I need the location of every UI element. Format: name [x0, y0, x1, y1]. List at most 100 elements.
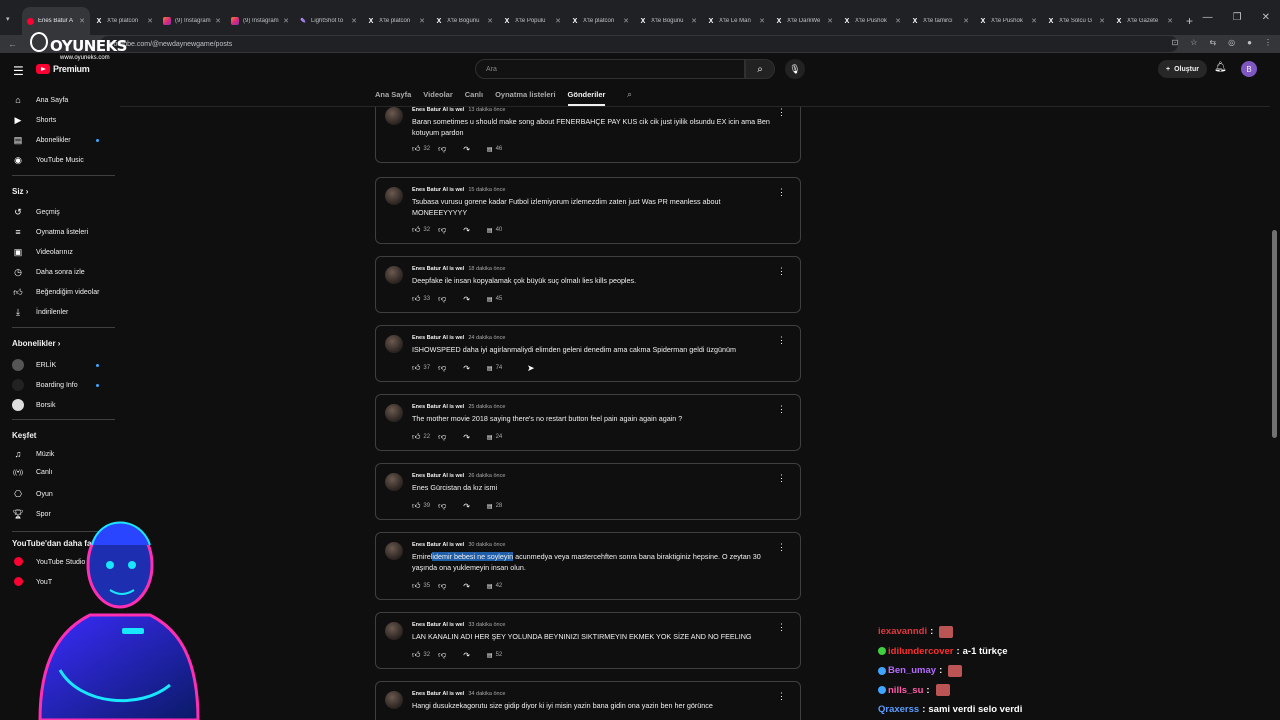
tab-0[interactable]: Ana Sayfa	[375, 90, 411, 104]
sidebar-item[interactable]: ▣ Videolarınız	[12, 247, 112, 258]
sidebar-item[interactable]: ((•)) Canlı	[12, 469, 112, 476]
more-actions-icon[interactable]: ⋮	[777, 542, 786, 553]
back-icon[interactable]: ←	[8, 39, 17, 49]
more-actions-icon[interactable]: ⋮	[777, 335, 786, 346]
menu-icon[interactable]: ⋮	[1264, 38, 1272, 47]
browser-tab[interactable]: (9) Instagram ✕	[226, 7, 294, 35]
post-time[interactable]: 18 dakika önce	[468, 266, 505, 272]
dislike-button[interactable]: 👎︎	[438, 144, 449, 154]
share-button[interactable]: ↷	[463, 145, 473, 154]
tab-close-icon[interactable]: ✕	[759, 17, 765, 25]
extensions-icon[interactable]: ◎	[1228, 38, 1235, 47]
post-author[interactable]: Enes Batur AI is wel	[412, 335, 464, 341]
channel-avatar[interactable]	[385, 335, 403, 353]
post-time[interactable]: 15 dakika önce	[468, 187, 505, 193]
browser-tab[interactable]: X X'te platcon ✕	[566, 7, 634, 35]
share-button[interactable]: ↷	[463, 651, 473, 660]
channel-avatar[interactable]	[385, 622, 403, 640]
tab-3[interactable]: Oynatma listeleri	[495, 90, 555, 104]
dislike-button[interactable]: 👎︎	[438, 650, 449, 660]
comments-button[interactable]: ▤ 40	[487, 227, 502, 234]
comments-button[interactable]: ▤ 74	[487, 365, 502, 372]
share-button[interactable]: ↷	[463, 364, 473, 373]
browser-tab[interactable]: X X'te Solcu G ✕	[1042, 7, 1110, 35]
close-window-icon[interactable]: ✕	[1262, 12, 1270, 23]
new-tab-button[interactable]: +	[1186, 14, 1193, 28]
like-button[interactable]: 👍︎ 33	[412, 294, 430, 304]
post-author[interactable]: Enes Batur AI is wel	[412, 107, 464, 113]
browser-tab[interactable]: X X'te Le Man ✕	[702, 7, 770, 35]
tab-close-icon[interactable]: ✕	[351, 17, 357, 25]
subscription-channel[interactable]: Boarding Info	[12, 379, 112, 391]
browser-tab[interactable]: X X'te Pushok ✕	[974, 7, 1042, 35]
tab-2[interactable]: Canlı	[465, 90, 483, 104]
browser-tab[interactable]: X X'te Pushok ✕	[838, 7, 906, 35]
like-button[interactable]: 👍︎ 39	[412, 501, 430, 511]
comments-button[interactable]: ▤ 28	[487, 503, 502, 510]
post-author[interactable]: Enes Batur AI is wel	[412, 404, 464, 410]
sidebar-item[interactable]: ⎔ Oyun	[12, 489, 112, 500]
channel-avatar[interactable]	[385, 266, 403, 284]
share-button[interactable]: ↷	[463, 295, 473, 304]
channel-avatar[interactable]	[385, 404, 403, 422]
share-button[interactable]: ↷	[463, 226, 473, 235]
post-time[interactable]: 25 dakika önce	[468, 404, 505, 410]
sidebar-heading-you[interactable]: Siz ›	[12, 187, 28, 196]
profile-icon[interactable]: ●	[1247, 38, 1252, 47]
comments-button[interactable]: ▤ 46	[487, 146, 502, 153]
post-time[interactable]: 24 dakika önce	[468, 335, 505, 341]
tab-close-icon[interactable]: ✕	[283, 17, 289, 25]
more-actions-icon[interactable]: ⋮	[777, 622, 786, 633]
channel-avatar[interactable]	[385, 542, 403, 560]
share-button[interactable]: ↷	[463, 582, 473, 591]
post-author[interactable]: Enes Batur AI is wel	[412, 187, 464, 193]
browser-tab[interactable]: X X'te Bogunu ✕	[634, 7, 702, 35]
tab-close-icon[interactable]: ✕	[487, 17, 493, 25]
comments-button[interactable]: ▤ 52	[487, 652, 502, 659]
post-time[interactable]: 30 dakika önce	[468, 542, 505, 548]
create-button[interactable]: + Oluştur	[1158, 60, 1207, 78]
tab-close-icon[interactable]: ✕	[147, 17, 153, 25]
more-actions-icon[interactable]: ⋮	[777, 266, 786, 277]
tab-close-icon[interactable]: ✕	[895, 17, 901, 25]
url-field[interactable]: youtube.com/@newdaynewgame/posts	[100, 36, 1178, 52]
minimize-icon[interactable]: —	[1203, 12, 1213, 23]
sidebar-heading-subscriptions[interactable]: Abonelikler ›	[12, 339, 60, 348]
post-author[interactable]: Enes Batur AI is wel	[412, 473, 464, 479]
post-author[interactable]: Enes Batur AI is wel	[412, 266, 464, 272]
like-button[interactable]: 👍︎ 32	[412, 144, 430, 154]
post-time[interactable]: 33 dakika önce	[468, 622, 505, 628]
dislike-button[interactable]: 👎︎	[438, 294, 449, 304]
channel-avatar[interactable]	[385, 473, 403, 491]
comments-button[interactable]: ▤ 45	[487, 296, 502, 303]
dislike-button[interactable]: 👎︎	[438, 581, 449, 591]
sidebar-item[interactable]: ▶ Shorts	[12, 115, 112, 126]
sidebar-item[interactable]: ⤓ İndirilenler	[12, 307, 112, 318]
like-button[interactable]: 👍︎ 32	[412, 225, 430, 235]
tab-close-icon[interactable]: ✕	[215, 17, 221, 25]
post-time[interactable]: 13 dakika önce	[468, 107, 505, 113]
channel-avatar[interactable]	[385, 691, 403, 709]
sidebar-item[interactable]: ▤ Abonelikler	[12, 135, 112, 146]
like-button[interactable]: 👍︎ 35	[412, 581, 430, 591]
tab-close-icon[interactable]: ✕	[1167, 17, 1173, 25]
subscription-channel[interactable]: ERLİK	[12, 359, 112, 371]
voice-search-button[interactable]: 🎙	[785, 59, 805, 79]
more-actions-icon[interactable]: ⋮	[777, 187, 786, 198]
more-actions-icon[interactable]: ⋮	[777, 404, 786, 415]
browser-tab[interactable]: X X'te DarkWe ✕	[770, 7, 838, 35]
tab-close-icon[interactable]: ✕	[623, 17, 629, 25]
dislike-button[interactable]: 👎︎	[438, 363, 449, 373]
dislike-button[interactable]: 👎︎	[438, 501, 449, 511]
tab-search-icon[interactable]: ▾	[6, 15, 10, 23]
post-author[interactable]: Enes Batur AI is wel	[412, 691, 464, 697]
more-actions-icon[interactable]: ⋮	[777, 691, 786, 702]
tab-close-icon[interactable]: ✕	[79, 17, 85, 25]
sidebar-item[interactable]: ♫ Müzik	[12, 449, 112, 459]
hamburger-menu-icon[interactable]: ☰	[13, 64, 24, 78]
search-input[interactable]: Ara	[475, 59, 745, 79]
account-avatar[interactable]: B	[1241, 61, 1257, 77]
tab-close-icon[interactable]: ✕	[555, 17, 561, 25]
tab-close-icon[interactable]: ✕	[1031, 17, 1037, 25]
comments-button[interactable]: ▤ 42	[487, 583, 502, 590]
